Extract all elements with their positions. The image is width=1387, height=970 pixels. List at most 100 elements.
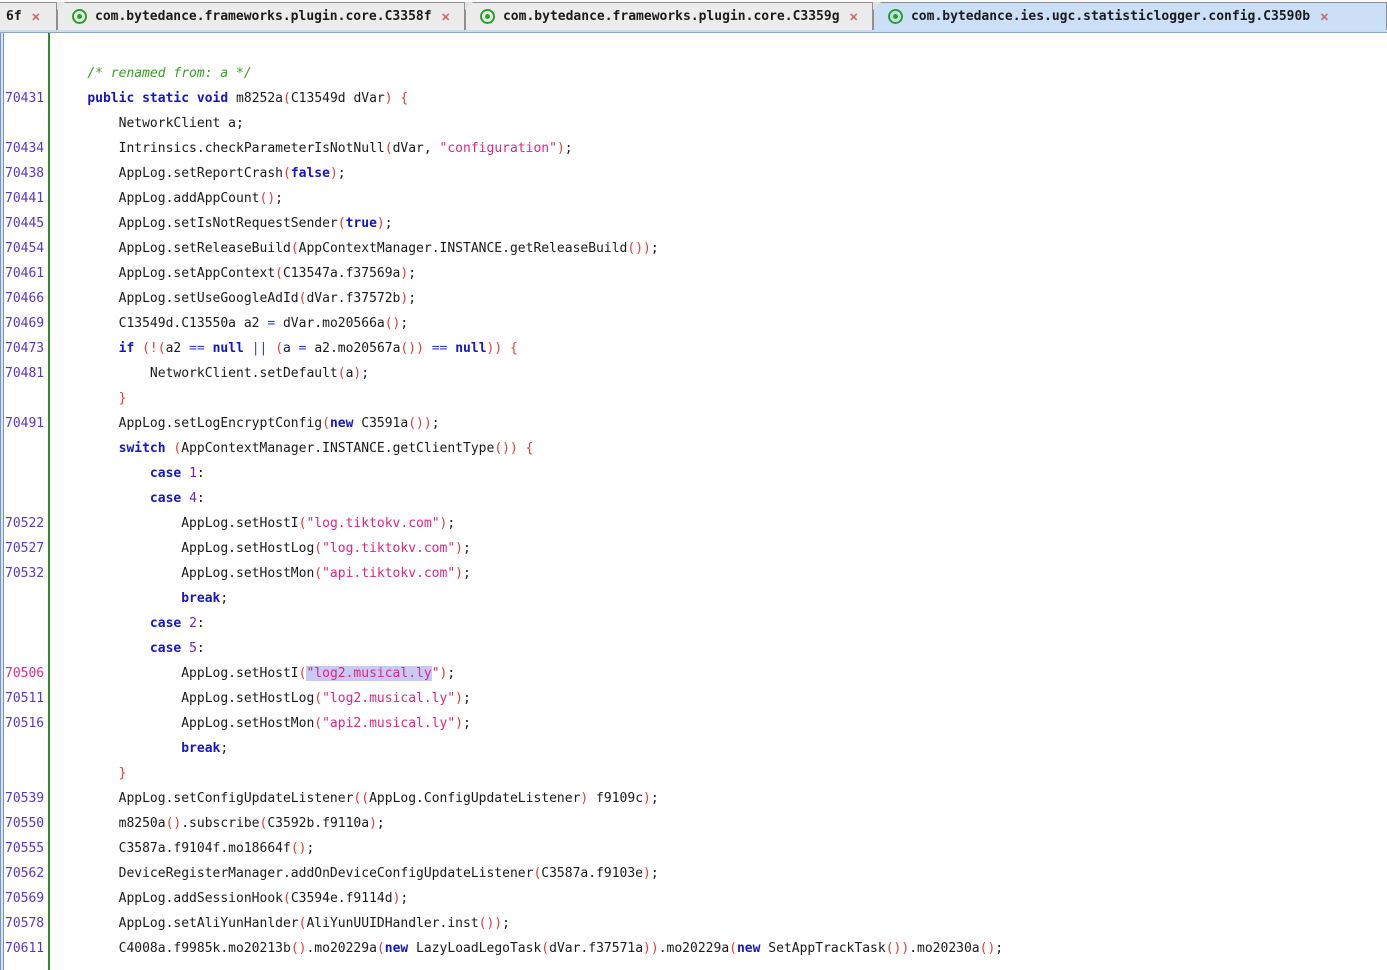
code-line: } bbox=[50, 391, 126, 416]
code-line: DeviceRegisterManager.addOnDeviceConfigU… bbox=[50, 866, 659, 891]
code-row: 70555 C3587a.f9104f.mo18664f(); bbox=[4, 841, 1387, 866]
code-line: break; bbox=[50, 741, 228, 766]
line-number bbox=[4, 641, 50, 666]
code-line: case 4: bbox=[50, 491, 205, 516]
code-row: 70461 AppLog.setAppContext(C13547a.f3756… bbox=[4, 266, 1387, 291]
line-number bbox=[4, 591, 50, 616]
code-row: /* renamed from: a */ bbox=[4, 66, 1387, 91]
code-row: 70491 AppLog.setLogEncryptConfig(new C35… bbox=[4, 416, 1387, 441]
code-line: AppLog.setAliYunHanlder(AliYunUUIDHandle… bbox=[50, 916, 510, 941]
line-number bbox=[4, 466, 50, 491]
tab-0[interactable]: 6f ✕ bbox=[0, 2, 57, 30]
code-row: 70578 AppLog.setAliYunHanlder(AliYunUUID… bbox=[4, 916, 1387, 941]
code-row: 70550 m8250a().subscribe(C3592b.f9110a); bbox=[4, 816, 1387, 841]
line-number: 70461 bbox=[4, 266, 50, 291]
code-row: 70434 Intrinsics.checkParameterIsNotNull… bbox=[4, 141, 1387, 166]
close-icon[interactable]: ✕ bbox=[1318, 10, 1330, 24]
code-row: } bbox=[4, 766, 1387, 791]
code-row: case 5: bbox=[4, 641, 1387, 666]
line-number: 70611 bbox=[4, 941, 50, 966]
tab-label: com.bytedance.frameworks.plugin.core.C33… bbox=[503, 9, 840, 24]
tab-3[interactable]: com.bytedance.ies.ugc.statisticlogger.co… bbox=[873, 2, 1387, 30]
jadx-window: 6f ✕ com.bytedance.frameworks.plugin.core.… bbox=[0, 0, 1387, 970]
line-number: 70569 bbox=[4, 891, 50, 916]
tab-2[interactable]: com.bytedance.frameworks.plugin.core.C33… bbox=[465, 2, 873, 30]
tab-1[interactable]: com.bytedance.frameworks.plugin.core.C33… bbox=[57, 2, 465, 30]
line-number: 70532 bbox=[4, 566, 50, 591]
code-line: AppLog.setReleaseBuild(AppContextManager… bbox=[50, 241, 659, 266]
code-row: 70466 AppLog.setUseGoogleAdId(dVar.f3757… bbox=[4, 291, 1387, 316]
code-row: } bbox=[4, 391, 1387, 416]
class-icon bbox=[72, 9, 87, 24]
line-number bbox=[4, 391, 50, 416]
line-number bbox=[4, 616, 50, 641]
line-number: 70578 bbox=[4, 916, 50, 941]
code-line: m8250a().subscribe(C3592b.f9110a); bbox=[50, 816, 385, 841]
code-row: 70431 public static void m8252a(C13549d … bbox=[4, 91, 1387, 116]
tab-label: com.bytedance.frameworks.plugin.core.C33… bbox=[95, 9, 432, 24]
code-line: Intrinsics.checkParameterIsNotNull(dVar,… bbox=[50, 141, 573, 166]
code-line: AppLog.setHostMon("api2.musical.ly"); bbox=[50, 716, 471, 741]
code-line: AppLog.setHostLog("log2.musical.ly"); bbox=[50, 691, 471, 716]
class-icon bbox=[888, 9, 903, 24]
line-number bbox=[4, 491, 50, 516]
code-row: 70469 C13549d.C13550a a2 = dVar.mo20566a… bbox=[4, 316, 1387, 341]
line-number: 70438 bbox=[4, 166, 50, 191]
code-row: NetworkClient a; bbox=[4, 116, 1387, 141]
code-line: C4008a.f9985k.mo20213b().mo20229a(new La… bbox=[50, 941, 1003, 966]
line-number bbox=[4, 66, 50, 91]
tab-label: 6f bbox=[6, 9, 22, 24]
code-line: AppLog.setReportCrash(false); bbox=[50, 166, 346, 191]
code-row: 70481 NetworkClient.setDefault(a); bbox=[4, 366, 1387, 391]
code-line: NetworkClient.setDefault(a); bbox=[50, 366, 369, 391]
code-row: 70532 AppLog.setHostMon("api.tiktokv.com… bbox=[4, 566, 1387, 591]
code-row: 70506 AppLog.setHostI("log2.musical.ly")… bbox=[4, 666, 1387, 691]
code-row: break; bbox=[4, 591, 1387, 616]
code-line: AppLog.setHostLog("log.tiktokv.com"); bbox=[50, 541, 471, 566]
close-icon[interactable]: ✕ bbox=[440, 10, 452, 24]
code-line: AppLog.setIsNotRequestSender(true); bbox=[50, 216, 393, 241]
line-number: 70466 bbox=[4, 291, 50, 316]
line-number: 70511 bbox=[4, 691, 50, 716]
line-number: 70445 bbox=[4, 216, 50, 241]
code-line: case 1: bbox=[50, 466, 205, 491]
code-line: /* renamed from: a */ bbox=[50, 66, 252, 91]
code-editor: /* renamed from: a */70431 public static… bbox=[0, 33, 1387, 970]
code-line: if (!(a2 == null || (a = a2.mo20567a()) … bbox=[50, 341, 518, 366]
code-line: C3587a.f9104f.mo18664f(); bbox=[50, 841, 314, 866]
line-number: 70539 bbox=[4, 791, 50, 816]
code-line: AppLog.addSessionHook(C3594e.f9114d); bbox=[50, 891, 408, 916]
code-line: case 2: bbox=[50, 616, 205, 641]
code-row: 70539 AppLog.setConfigUpdateListener((Ap… bbox=[4, 791, 1387, 816]
code-row: case 4: bbox=[4, 491, 1387, 516]
line-number bbox=[4, 766, 50, 791]
close-icon[interactable]: ✕ bbox=[30, 10, 42, 24]
line-number: 70473 bbox=[4, 341, 50, 366]
tab-bar: 6f ✕ com.bytedance.frameworks.plugin.core.… bbox=[0, 0, 1387, 30]
code-row: 70454 AppLog.setReleaseBuild(AppContextM… bbox=[4, 241, 1387, 266]
tab-label: com.bytedance.ies.ugc.statisticlogger.co… bbox=[911, 9, 1310, 24]
line-number bbox=[4, 741, 50, 766]
line-number: 70522 bbox=[4, 516, 50, 541]
code-line: AppLog.setLogEncryptConfig(new C3591a())… bbox=[50, 416, 440, 441]
close-icon[interactable]: ✕ bbox=[848, 10, 860, 24]
code-row: 70569 AppLog.addSessionHook(C3594e.f9114… bbox=[4, 891, 1387, 916]
line-number bbox=[4, 441, 50, 466]
line-number bbox=[4, 116, 50, 141]
code-line: NetworkClient a; bbox=[50, 116, 244, 141]
code-line: AppLog.setAppContext(C13547a.f37569a); bbox=[50, 266, 416, 291]
code-row: 70511 AppLog.setHostLog("log2.musical.ly… bbox=[4, 691, 1387, 716]
code-scroll-area[interactable]: /* renamed from: a */70431 public static… bbox=[4, 33, 1387, 970]
code-row: 70438 AppLog.setReportCrash(false); bbox=[4, 166, 1387, 191]
code-row: 70611 C4008a.f9985k.mo20213b().mo20229a(… bbox=[4, 941, 1387, 966]
code-line: AppLog.setHostMon("api.tiktokv.com"); bbox=[50, 566, 471, 591]
line-number: 70431 bbox=[4, 91, 50, 116]
line-number: 70481 bbox=[4, 366, 50, 391]
code-line: AppLog.setUseGoogleAdId(dVar.f37572b); bbox=[50, 291, 416, 316]
code-line: } bbox=[50, 766, 126, 791]
code-row: case 1: bbox=[4, 466, 1387, 491]
code-row: 70441 AppLog.addAppCount(); bbox=[4, 191, 1387, 216]
code-line: C13549d.C13550a a2 = dVar.mo20566a(); bbox=[50, 316, 408, 341]
line-number: 70562 bbox=[4, 866, 50, 891]
code-line: case 5: bbox=[50, 641, 205, 666]
